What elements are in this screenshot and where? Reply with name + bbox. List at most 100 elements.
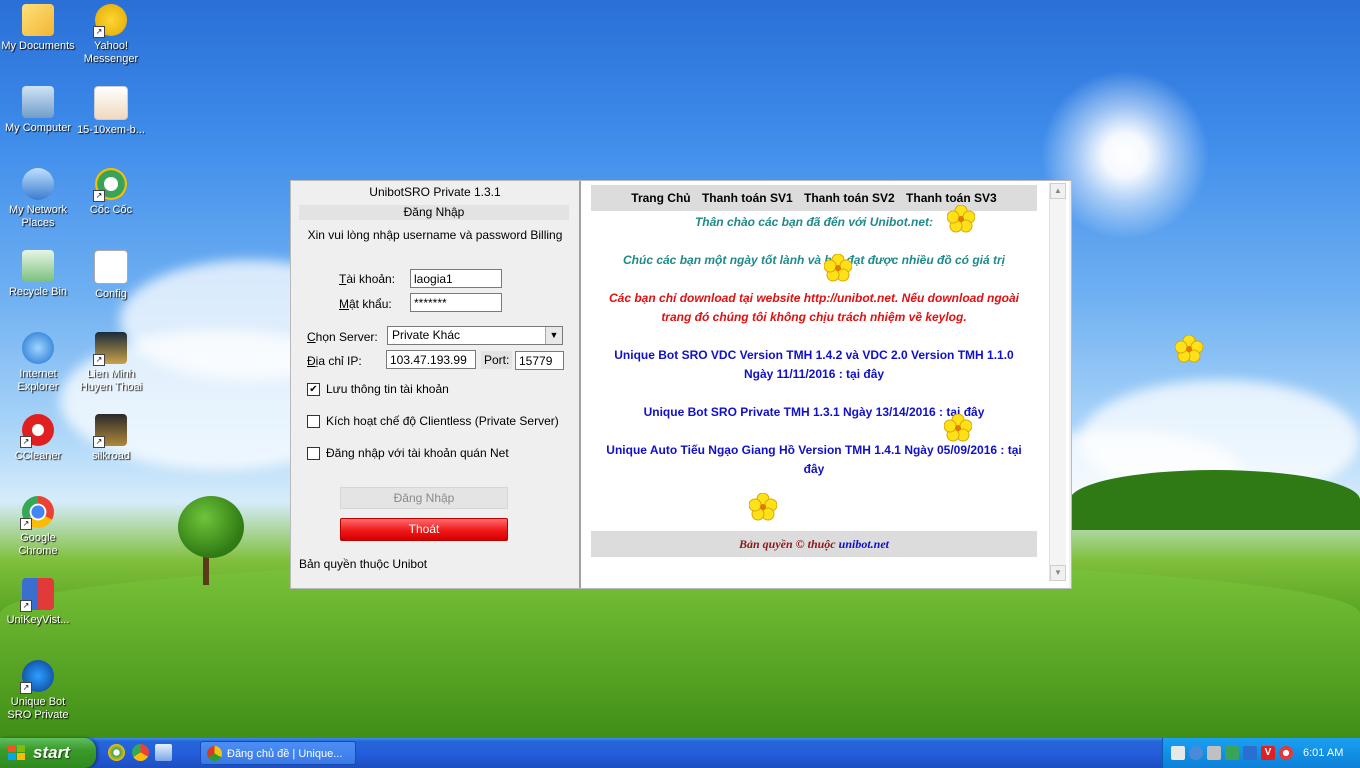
exit-button[interactable]: Thoát [340,518,508,541]
clientless-checkbox-row[interactable]: Kích hoạt chế độ Clientless (Private Ser… [307,414,559,429]
footer-link[interactable]: unibot.net [839,537,889,551]
section-header: Đăng Nhập [299,205,569,220]
flower-icon [824,254,852,282]
tree-line [1070,470,1360,530]
windows-logo-icon [8,745,25,760]
ip-input[interactable] [386,350,476,369]
computer-icon [22,86,54,118]
copyright-text: Bản quyền thuộc Unibot [299,557,428,571]
save-account-checkbox[interactable]: ✔ [307,383,320,397]
warning-text: Các bạn chỉ download tại website http://… [609,291,1019,324]
scroll-down-icon[interactable]: ▼ [1050,565,1066,581]
unique-bot-icon: ↗ [20,660,54,694]
coc-coc-icon [207,746,222,761]
volume-icon[interactable] [1171,746,1185,760]
icon-label: Cốc Cốc [89,204,133,216]
app-title: UnibotSRO Private 1.3.1 [369,185,501,199]
desktop-icon-file[interactable]: 15-10xem-b... [73,86,149,137]
app-tray-icon[interactable] [1279,746,1293,760]
icon-label: Lien Minh Huyen Thoai [79,368,143,393]
system-tray: V 6:01 AM [1162,738,1360,768]
footer-text: Bản quyền © thuộc [738,537,836,551]
config-file-icon [94,250,128,284]
password-label: Mật khẩu: [339,297,392,311]
save-account-checkbox-row[interactable]: ✔ Lưu thông tin tài khoản [307,382,449,397]
desktop-icon-internet-explorer[interactable]: Internet Explorer [0,332,76,394]
start-button[interactable]: start [0,738,96,768]
nav-pay-sv3-link[interactable]: Thanh toán SV3 [906,191,997,205]
chrome-icon: ↗ [20,496,54,530]
recycle-bin-icon [22,250,54,282]
connection-tray-icon[interactable] [1243,746,1257,760]
network-icon [22,168,54,200]
clock[interactable]: 6:01 AM [1303,738,1343,768]
account-label: Tài khoản: [339,272,396,286]
desktop-icon-coc-coc[interactable]: ↗ Cốc Cốc [73,168,149,217]
desktop-icon-config[interactable]: Config [73,250,149,301]
network-tray-icon[interactable] [1207,746,1221,760]
icon-label: 15-10xem-b... [77,124,145,136]
chevron-down-icon[interactable]: ▼ [545,327,562,344]
coc-coc-icon: ↗ [93,168,127,202]
desktop-icon-my-documents[interactable]: My Documents [0,4,76,53]
desktop-icon-ccleaner[interactable]: ↗ CCleaner [0,414,76,463]
server-label: Chọn Server: [307,330,378,344]
checkbox-label: Đăng nhập với tài khoản quán Net [326,446,509,460]
checkbox-label: Kích hoạt chế độ Clientless (Private Ser… [326,414,559,428]
yahoo-messenger-icon: ↗ [93,4,127,38]
server-select[interactable]: Private Khác ▼ [387,326,563,345]
account-input[interactable] [410,269,502,288]
desktop-icon-recycle-bin[interactable]: Recycle Bin [0,250,76,299]
nav-pay-sv2-link[interactable]: Thanh toán SV2 [804,191,895,205]
unique-bot-tray-icon[interactable] [1189,746,1203,760]
icon-label: UniKeyVist... [6,614,70,626]
desktop-icon-lien-minh[interactable]: ↗ Lien Minh Huyen Thoai [73,332,149,394]
desktop-icon-google-chrome[interactable]: ↗ Google Chrome [0,496,76,558]
desktop-icon-my-network-places[interactable]: My Network Places [0,168,76,230]
download-link-vdc[interactable]: Unique Bot SRO VDC Version TMH 1.4.2 và … [601,346,1027,384]
taskbar-window-label: Đăng chủ đề | Unique... [227,748,343,760]
desktop-icon-unikey[interactable]: ↗ UniKeyVist... [0,578,76,627]
silkroad-icon: ↗ [93,414,127,448]
net-cafe-checkbox[interactable] [307,447,320,461]
server-select-value: Private Khác [392,328,461,342]
desktop-icon-my-computer[interactable]: My Computer [0,86,76,135]
icon-label: CCleaner [14,450,62,462]
coc-coc-quicklaunch-icon[interactable] [108,744,125,761]
icon-label: My Documents [1,40,75,52]
flower-icon [944,414,972,442]
nav-home-link[interactable]: Trang Chủ [631,191,690,205]
ccleaner-icon: ↗ [20,414,54,448]
vertical-scrollbar[interactable]: ▲ ▼ [1049,183,1066,581]
icon-label: Unique Bot SRO Private [7,696,69,721]
unikey-tray-icon[interactable]: V [1261,746,1275,760]
icon-label: Recycle Bin [8,286,68,298]
icon-label: Yahoo! Messenger [83,40,139,65]
password-input[interactable] [410,293,502,312]
login-panel: UnibotSRO Private 1.3.1 Đăng Nhập Xin vu… [291,181,581,588]
download-link-auto[interactable]: Unique Auto Tiếu Ngạo Giang Hồ Version T… [601,441,1027,479]
document-icon [94,86,128,120]
desktop-icon-unique-bot[interactable]: ↗ Unique Bot SRO Private [0,660,76,722]
flower-icon [749,493,777,521]
wish-text: Chúc các bạn một ngày tốt lành và bot đạ… [623,253,1005,267]
internet-explorer-icon [22,332,54,364]
port-input[interactable] [515,351,564,370]
league-icon: ↗ [93,332,127,366]
icon-label: Google Chrome [18,532,58,557]
icon-label: Internet Explorer [17,368,59,393]
nav-pay-sv1-link[interactable]: Thanh toán SV1 [702,191,793,205]
desktop-icon-silkroad[interactable]: ↗ silkroad [73,414,149,463]
taskbar-window-button[interactable]: Đăng chủ đề | Unique... [200,741,356,765]
security-tray-icon[interactable] [1225,746,1239,760]
net-cafe-checkbox-row[interactable]: Đăng nhập với tài khoản quán Net [307,446,509,461]
icon-label: My Computer [4,122,72,134]
chrome-quicklaunch-icon[interactable] [132,744,149,761]
scroll-up-icon[interactable]: ▲ [1050,183,1066,199]
desktop-icon-yahoo-messenger[interactable]: ↗ Yahoo! Messenger [73,4,149,66]
flower-icon [1175,335,1203,363]
login-button[interactable]: Đăng Nhập [340,487,508,509]
clientless-checkbox[interactable] [307,415,320,429]
show-desktop-icon[interactable] [155,744,172,761]
folder-icon [22,4,54,36]
